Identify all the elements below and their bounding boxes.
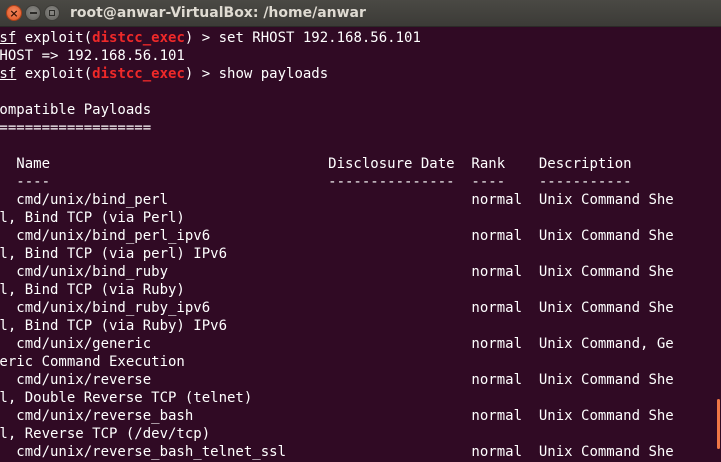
terminal-text: cmd/unix/bind_perl normal Unix Command S… xyxy=(0,192,674,208)
prompt-module: distcc_exec xyxy=(92,66,185,82)
terminal-text: ---- --------------- ---- ----------- xyxy=(0,174,632,190)
terminal-line: msf exploit(distcc_exec) > set RHOST 192… xyxy=(0,29,712,47)
terminal-text: cmd/unix/reverse_bash normal Unix Comman… xyxy=(0,408,674,424)
close-icon: × xyxy=(9,6,19,20)
terminal-text: neric Command Execution xyxy=(0,354,185,370)
terminal-text: =================== xyxy=(0,120,152,136)
maximize-button[interactable] xyxy=(44,5,60,21)
terminal-line: Compatible Payloads xyxy=(0,101,712,119)
prompt-module: distcc_exec xyxy=(92,30,185,46)
terminal-line: ll, Double Reverse TCP (telnet) xyxy=(0,389,712,407)
terminal-line: cmd/unix/generic normal Unix Command, Ge xyxy=(0,335,712,353)
terminal-text: ll, Bind TCP (via Perl) xyxy=(0,210,185,226)
close-button[interactable]: × xyxy=(6,5,22,21)
minimize-icon xyxy=(29,12,37,14)
terminal-line: RHOST => 192.168.56.101 xyxy=(0,47,712,65)
terminal-text: ll, Bind TCP (via Ruby) xyxy=(0,282,185,298)
window-title: root@anwar-VirtualBox: /home/anwar xyxy=(70,5,366,21)
maximize-icon xyxy=(49,10,55,16)
terminal-line: neric Command Execution xyxy=(0,353,712,371)
terminal-line: =================== xyxy=(0,119,712,137)
title-bar[interactable]: × root@anwar-VirtualBox: /home/anwar xyxy=(0,0,721,27)
terminal-text: exploit( xyxy=(16,30,93,46)
terminal-text: cmd/unix/reverse_bash_telnet_ssl normal … xyxy=(0,444,674,460)
terminal-text: Compatible Payloads xyxy=(0,102,152,118)
terminal-text: cmd/unix/bind_ruby_ipv6 normal Unix Comm… xyxy=(0,300,674,316)
terminal-text: Name Disclosure Date Rank Description xyxy=(0,156,632,172)
terminal-line: msf exploit(distcc_exec) > show payloads xyxy=(0,65,712,83)
terminal-line: ll, Reverse TCP (/dev/tcp) xyxy=(0,425,712,443)
terminal-line: ll, Bind TCP (via Ruby) IPv6 xyxy=(0,317,712,335)
terminal-line: cmd/unix/bind_perl normal Unix Command S… xyxy=(0,191,712,209)
terminal-text: ) > set RHOST 192.168.56.101 xyxy=(184,30,421,46)
terminal-line: cmd/unix/reverse_bash_telnet_ssl normal … xyxy=(0,443,712,461)
minimize-button[interactable] xyxy=(25,5,41,21)
terminal-text: ) > show payloads xyxy=(184,66,329,82)
terminal-line: ---- --------------- ---- ----------- xyxy=(0,173,712,191)
terminal-line: ll, Bind TCP (via perl) IPv6 xyxy=(0,245,712,263)
terminal-line: cmd/unix/bind_perl_ipv6 normal Unix Comm… xyxy=(0,227,712,245)
terminal-text: ll, Bind TCP (via Ruby) IPv6 xyxy=(0,318,228,334)
terminal-text: cmd/unix/bind_ruby normal Unix Command S… xyxy=(0,264,674,280)
terminal-text: RHOST => 192.168.56.101 xyxy=(0,48,185,64)
terminal-window: × root@anwar-VirtualBox: /home/anwar msf… xyxy=(0,0,721,462)
terminal-line: cmd/unix/reverse normal Unix Command She xyxy=(0,371,712,389)
terminal-line: ll, Bind TCP (via Perl) xyxy=(0,209,712,227)
terminal-text: ll, Bind TCP (via perl) IPv6 xyxy=(0,246,228,262)
terminal-line: ll, Bind TCP (via Ruby) xyxy=(0,281,712,299)
terminal-line: Name Disclosure Date Rank Description xyxy=(0,155,712,173)
terminal-output[interactable]: msf exploit(distcc_exec) > set RHOST 192… xyxy=(0,29,712,462)
terminal-text: exploit( xyxy=(16,66,93,82)
prompt-msf: msf xyxy=(0,66,17,82)
terminal-text: cmd/unix/reverse normal Unix Command She xyxy=(0,372,674,388)
terminal-text: cmd/unix/bind_perl_ipv6 normal Unix Comm… xyxy=(0,228,674,244)
terminal-text: ll, Double Reverse TCP (telnet) xyxy=(0,390,253,406)
terminal-text: ll, Reverse TCP (/dev/tcp) xyxy=(0,426,211,442)
terminal-line: cmd/unix/reverse_bash normal Unix Comman… xyxy=(0,407,712,425)
terminal-text: cmd/unix/generic normal Unix Command, Ge xyxy=(0,336,674,352)
terminal-line: cmd/unix/bind_ruby normal Unix Command S… xyxy=(0,263,712,281)
terminal-line: cmd/unix/bind_ruby_ipv6 normal Unix Comm… xyxy=(0,299,712,317)
scrollbar-thumb[interactable] xyxy=(717,399,720,449)
scrollbar[interactable] xyxy=(712,27,721,462)
prompt-msf: msf xyxy=(0,30,17,46)
